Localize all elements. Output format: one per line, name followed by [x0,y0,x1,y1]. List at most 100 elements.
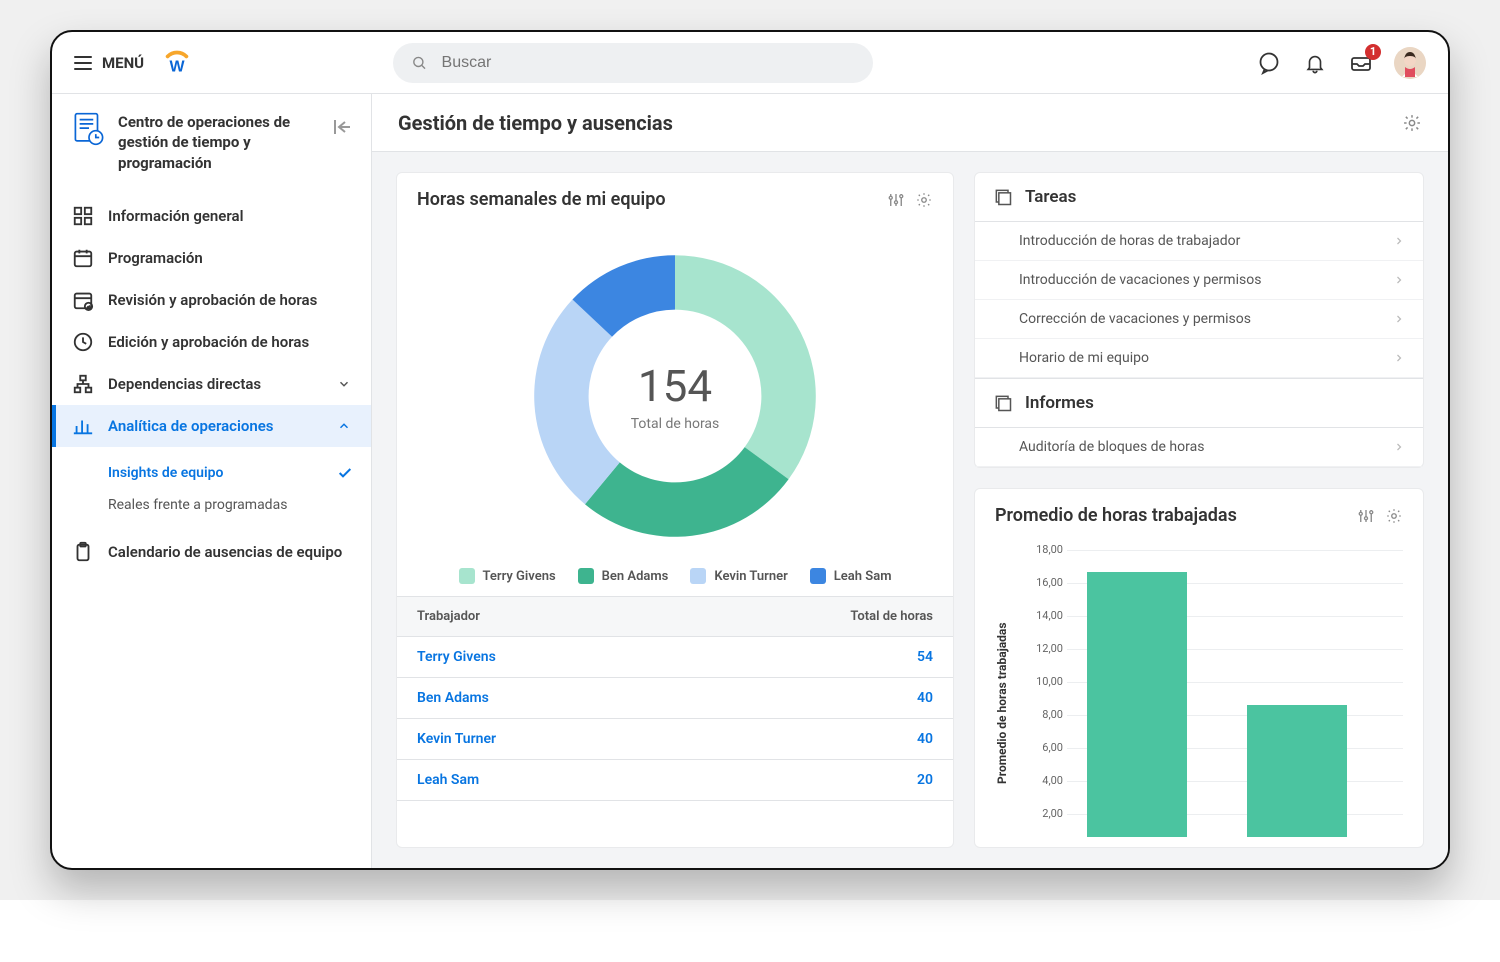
y-tick-label: 2,00 [1019,807,1063,820]
legend-swatch [459,568,475,584]
list-item[interactable]: Horario de mi equipo [975,339,1423,378]
legend-item[interactable]: Ben Adams [578,568,669,584]
worker-hours: 40 [917,731,933,747]
svg-text:W: W [170,58,186,75]
chevron-right-icon [1393,313,1405,325]
grid-icon [72,205,94,227]
legend-label: Leah Sam [834,569,892,584]
sidebar-item-overview[interactable]: Información general [52,195,371,237]
table-row[interactable]: Leah Sam 20 [397,760,953,801]
calendar-check-icon [72,289,94,311]
workday-logo[interactable]: W [162,48,192,78]
topbar: MENÚ W 1 [52,32,1448,94]
bell-icon[interactable] [1302,50,1328,76]
gear-icon[interactable] [1402,113,1422,133]
tasks-reports-card: Tareas Introducción de horas de trabajad… [974,172,1424,468]
card-tools [1357,507,1403,525]
table-header: Trabajador Total de horas [397,597,953,637]
sidebar-item-review-hours[interactable]: Revisión y aprobación de horas [52,279,371,321]
table-row[interactable]: Kevin Turner 40 [397,719,953,760]
bar[interactable] [1247,705,1347,837]
list-item[interactable]: Introducción de vacaciones y permisos [975,261,1423,300]
sidebar-header: Centro de operaciones de gestión de tiem… [52,112,371,191]
chevron-right-icon [1393,441,1405,453]
reports-title: Informes [1025,393,1094,413]
worker-link[interactable]: Terry Givens [417,649,496,665]
avatar[interactable] [1394,47,1426,79]
stack-icon [993,393,1013,413]
inbox-icon[interactable]: 1 [1348,50,1374,76]
legend-swatch [690,568,706,584]
legend-swatch [810,568,826,584]
sidebar-item-direct-reports[interactable]: Dependencias directas [52,363,371,405]
card-header: Horas semanales de mi equipo [397,173,953,226]
content-header: Gestión de tiempo y ausencias [372,94,1448,152]
list-item[interactable]: Auditoría de bloques de horas [975,428,1423,467]
panels: Horas semanales de mi equipo 154 Total d… [372,152,1448,868]
check-icon [337,465,353,481]
worker-hours: 20 [917,772,933,788]
menu-button[interactable]: MENÚ [74,54,144,72]
list-item[interactable]: Corrección de vacaciones y permisos [975,300,1423,339]
gear-icon[interactable] [1385,507,1403,525]
sidebar-item-absence-calendar[interactable]: Calendario de ausencias de equipo [52,531,371,573]
sidebar-item-label: Calendario de ausencias de equipo [108,543,342,561]
content: Gestión de tiempo y ausencias Horas sema… [372,94,1448,868]
sidebar-nav-2: Calendario de ausencias de equipo [52,527,371,577]
legend-item[interactable]: Leah Sam [810,568,892,584]
right-column: Tareas Introducción de horas de trabajad… [974,172,1424,848]
y-tick-label: 6,00 [1019,741,1063,754]
y-tick-label: 4,00 [1019,774,1063,787]
search-bar[interactable] [393,43,873,83]
gear-icon[interactable] [915,191,933,209]
bar-plot: 18,0016,0014,0012,0010,008,006,004,002,0… [1019,550,1403,847]
list-item[interactable]: Introducción de horas de trabajador [975,222,1423,261]
page-title: Gestión de tiempo y ausencias [398,111,673,135]
list-item-label: Horario de mi equipo [1019,350,1149,366]
table-row[interactable]: Terry Givens 54 [397,637,953,678]
legend-item[interactable]: Terry Givens [459,568,556,584]
worker-link[interactable]: Ben Adams [417,690,489,706]
list-item-label: Corrección de vacaciones y permisos [1019,311,1251,327]
y-tick-label: 14,00 [1019,609,1063,622]
worker-link[interactable]: Leah Sam [417,772,479,788]
worker-link[interactable]: Kevin Turner [417,731,496,747]
clock-icon [72,331,94,353]
bar-chart-area: Promedio de horas trabajadas 18,0016,001… [975,542,1423,847]
legend-item[interactable]: Kevin Turner [690,568,787,584]
subnav-insights[interactable]: Insights de equipo [108,457,371,489]
tasks-header: Tareas [975,173,1423,222]
sidebar-item-scheduling[interactable]: Programación [52,237,371,279]
list-item-label: Introducción de horas de trabajador [1019,233,1240,249]
sliders-icon[interactable] [887,191,905,209]
body: Centro de operaciones de gestión de tiem… [52,94,1448,868]
card-header: Promedio de horas trabajadas [975,489,1423,542]
chevron-up-icon [337,419,351,433]
sidebar-item-edit-hours[interactable]: Edición y aprobación de horas [52,321,371,363]
subnav-actual-vs-scheduled[interactable]: Reales frente a programadas [108,489,371,521]
bar[interactable] [1087,572,1187,837]
search-input[interactable] [440,53,855,73]
donut-total-label: Total de horas [631,416,720,432]
list-item-label: Introducción de vacaciones y permisos [1019,272,1261,288]
tasks-title: Tareas [1025,187,1076,207]
collapse-sidebar-icon[interactable] [333,120,351,134]
legend-label: Terry Givens [483,569,556,584]
subnav-label: Reales frente a programadas [108,497,287,513]
sidebar-title: Centro de operaciones de gestión de tiem… [118,112,321,173]
y-axis-title: Promedio de horas trabajadas [995,550,1009,847]
card-title: Promedio de horas trabajadas [995,505,1237,526]
list-item-label: Auditoría de bloques de horas [1019,439,1204,455]
avg-hours-card: Promedio de horas trabajadas Promedio de… [974,488,1424,848]
donut-chart: 154 Total de horas [515,236,835,556]
card-title: Horas semanales de mi equipo [417,189,666,210]
sliders-icon[interactable] [1357,507,1375,525]
worker-hours: 54 [917,649,933,665]
top-actions: 1 [1256,47,1426,79]
sidebar-item-analytics[interactable]: Analítica de operaciones [52,405,371,447]
sidebar-item-label: Información general [108,207,243,225]
chat-icon[interactable] [1256,50,1282,76]
inbox-badge: 1 [1365,44,1381,60]
table-row[interactable]: Ben Adams40 [397,678,953,719]
y-tick-label: 10,00 [1019,675,1063,688]
